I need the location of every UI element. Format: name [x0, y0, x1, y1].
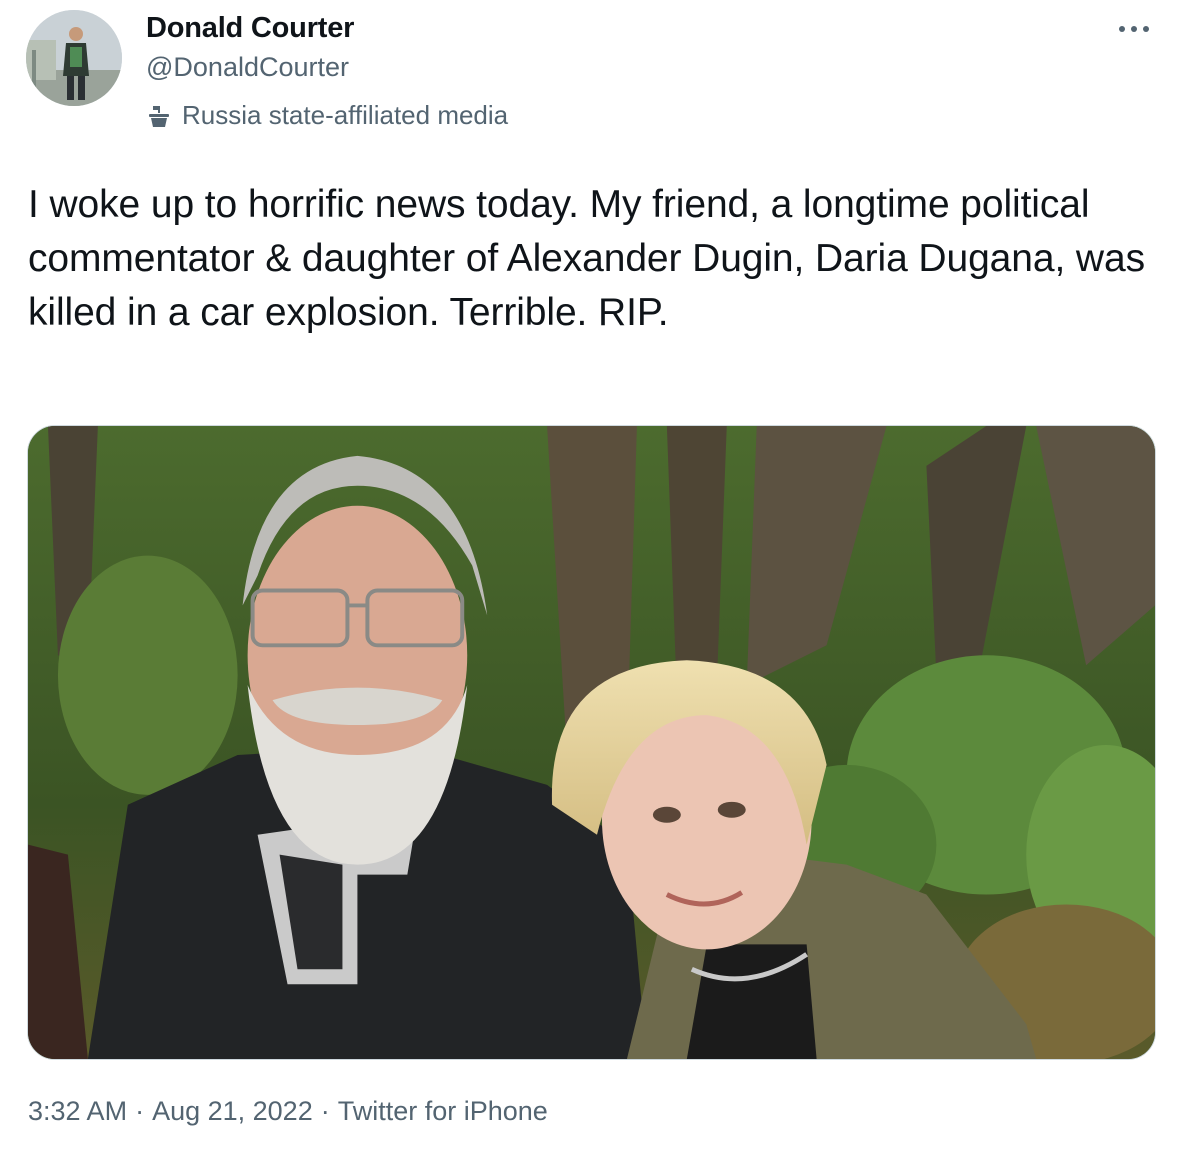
meta-separator: ·: [135, 1096, 145, 1126]
affiliation-text: Russia state-affiliated media: [182, 100, 509, 130]
state-affiliation-label[interactable]: Russia state-affiliated media: [146, 100, 508, 131]
author-handle[interactable]: @DonaldCourter: [146, 52, 349, 83]
meta-separator: ·: [320, 1096, 330, 1126]
podium-icon: [146, 103, 172, 129]
tweet-date[interactable]: Aug 21, 2022: [152, 1096, 313, 1127]
tweet-photo[interactable]: [27, 425, 1156, 1060]
author-display-name[interactable]: Donald Courter: [146, 12, 354, 45]
tweet-time[interactable]: 3:32 AM: [28, 1096, 127, 1127]
tweet-text: I woke up to horrific news today. My fri…: [28, 183, 1156, 334]
tweet-source[interactable]: Twitter for iPhone: [338, 1096, 548, 1127]
photo-image: [28, 426, 1155, 1059]
avatar-image: [26, 10, 122, 106]
tweet-card: Donald Courter @DonaldCourter Russia sta…: [0, 0, 1178, 1160]
more-options-button[interactable]: [1114, 14, 1154, 44]
avatar[interactable]: [26, 10, 122, 106]
tweet-meta: 3:32 AM · Aug 21, 2022 · Twitter for iPh…: [28, 1096, 548, 1127]
more-dots-icon: [1119, 26, 1149, 32]
